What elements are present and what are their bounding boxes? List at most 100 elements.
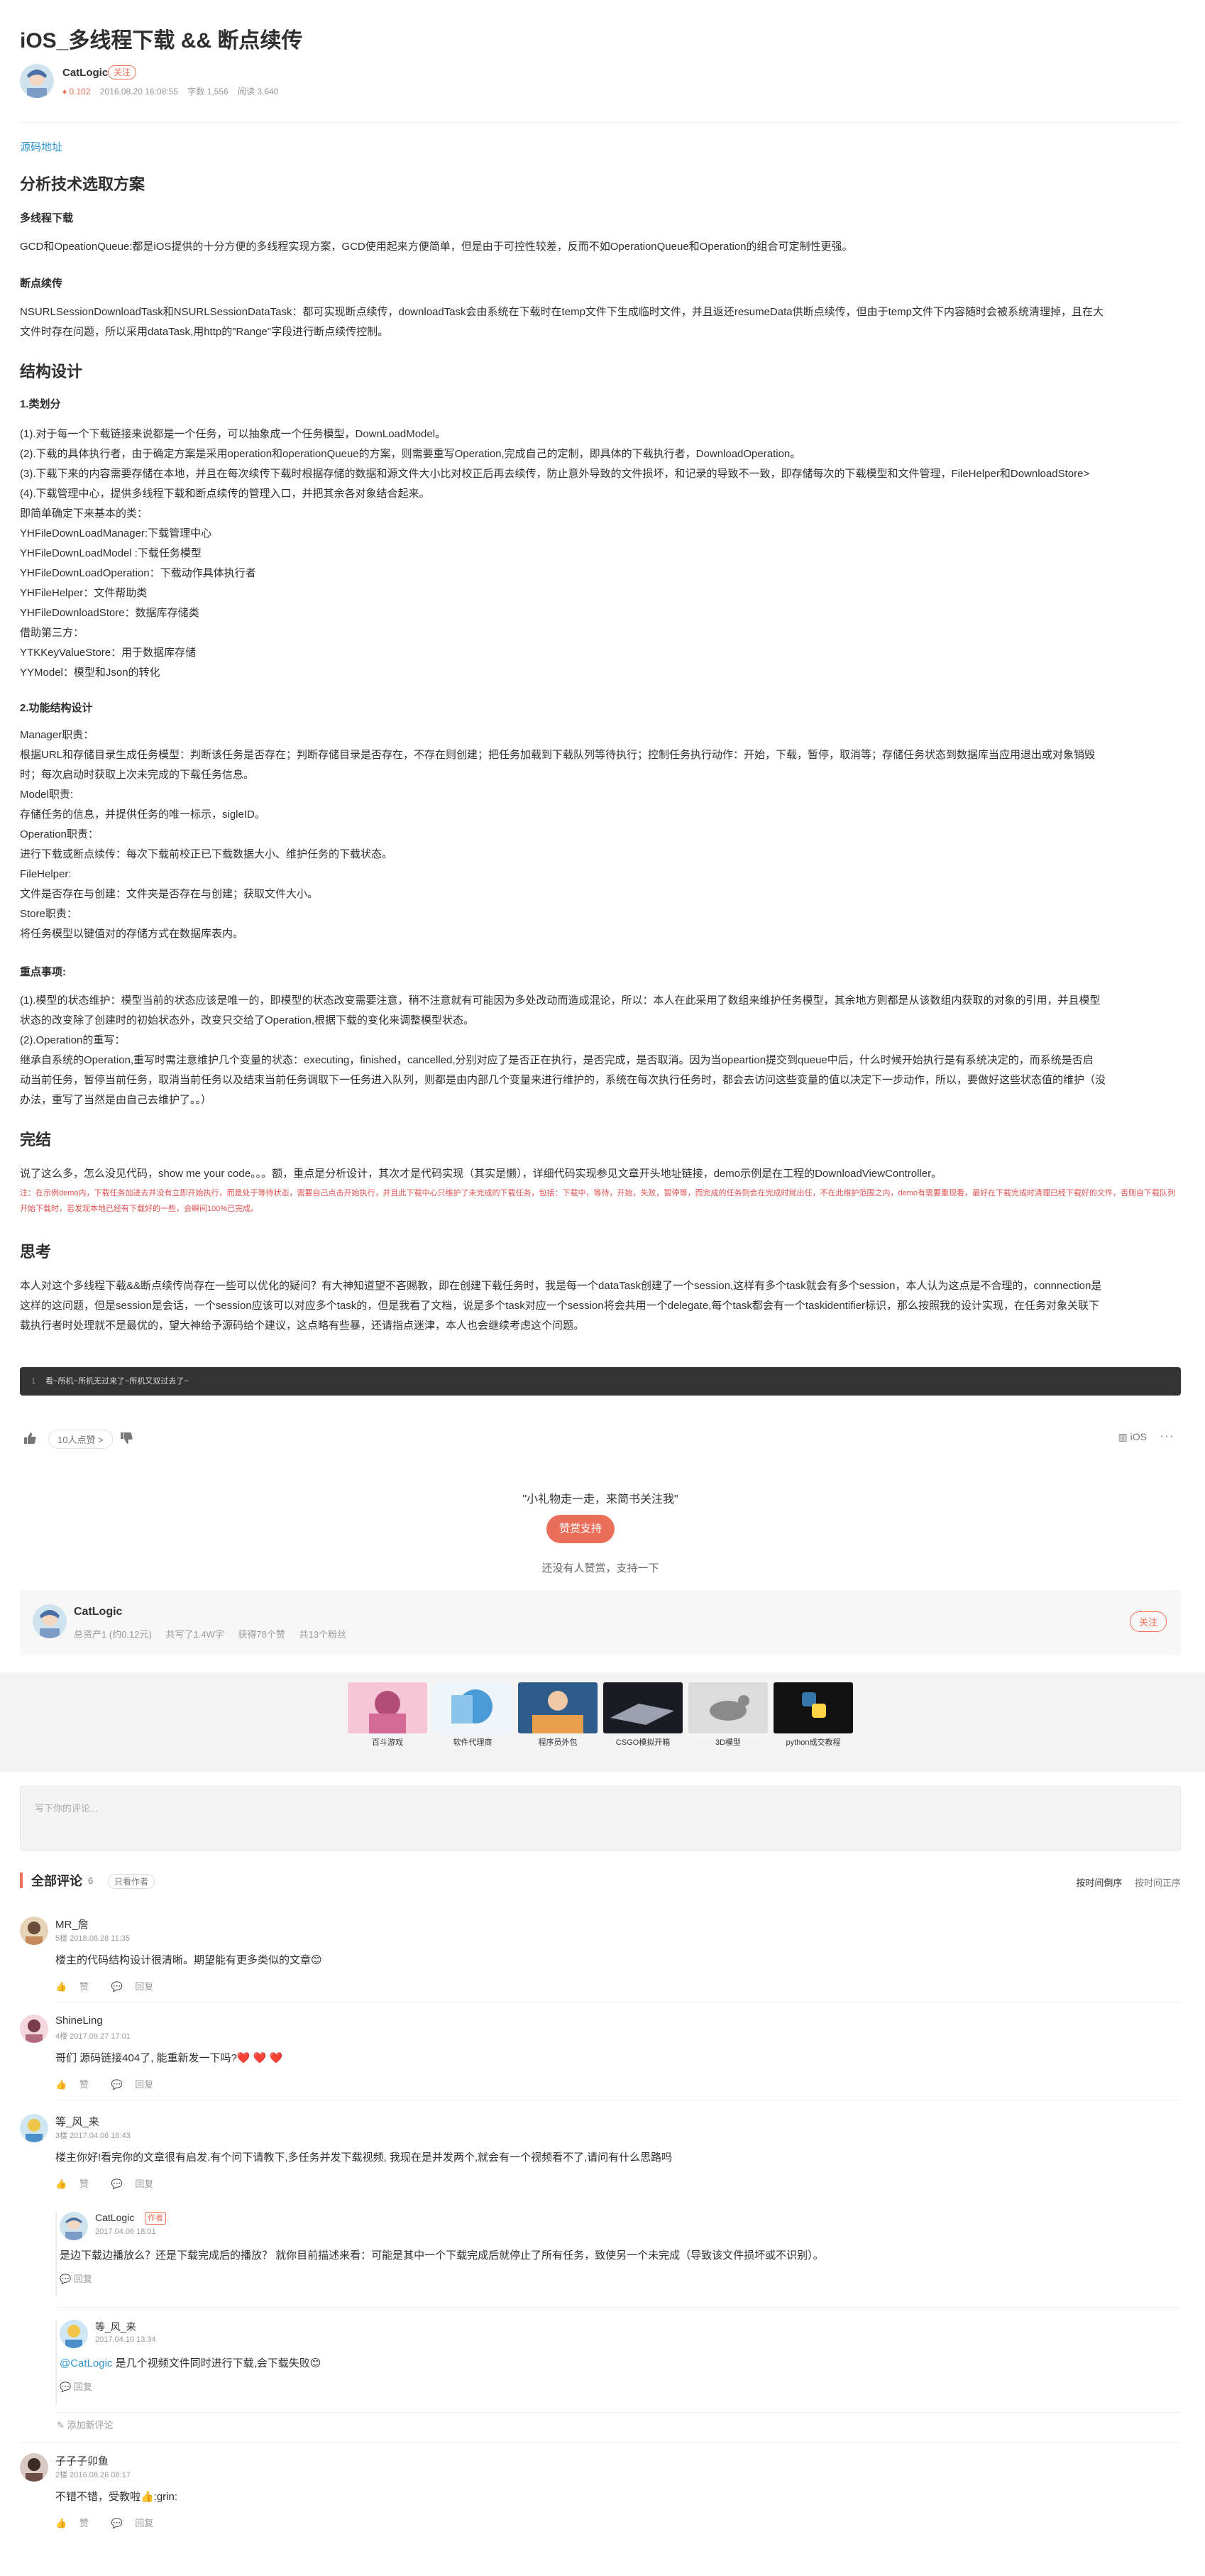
reply-label: 回复 xyxy=(73,2382,92,2392)
reply-label: 回复 xyxy=(135,2518,154,2528)
thumbs-up-icon: 👍 xyxy=(55,2178,70,2189)
thumbs-up-icon: 👍 xyxy=(55,1981,70,1992)
ad-image xyxy=(603,1682,683,1733)
note-text: 注：在示例demo内，下载任务加进去并没有立即开始执行，而是处于等待状态，需要自… xyxy=(20,1189,1176,1213)
avatar[interactable] xyxy=(33,1604,67,1638)
text-line: YHFileDownloadStore：数据库存储类 xyxy=(20,607,199,619)
text-line: (1).模型的状态维护：模型当前的状态应该是唯一的，即模型的状态改变需要注意，稍… xyxy=(20,994,1101,1007)
avatar[interactable] xyxy=(20,2114,48,2142)
like-label: 赞 xyxy=(79,1981,89,1992)
follow-button[interactable]: 关注 xyxy=(1129,1611,1167,1632)
text-line: YHFileDownLoadModel :下载任务模型 xyxy=(20,547,202,559)
reply-button[interactable]: 💬 回复 xyxy=(111,2518,163,2528)
comment-author[interactable]: 等_风_来 xyxy=(55,2114,99,2129)
author-row: CatLogic 关注 ♦ 0.102 2016.08.20 16:08:55 … xyxy=(20,64,1181,106)
pencil-icon: ✎ xyxy=(57,2420,67,2430)
comment-placeholder: 写下你的评论... xyxy=(35,1803,98,1814)
comment-item: MR_詹 5楼 2018.08.28 11:35 楼主的代码结构设计很清晰。期望… xyxy=(20,1917,1181,2002)
reward-button[interactable]: 赞赏支持 xyxy=(546,1515,615,1543)
mention-link[interactable]: @CatLogic xyxy=(60,2357,112,2369)
avatar[interactable] xyxy=(20,2453,48,2482)
like-count[interactable]: 10人点赞 > xyxy=(48,1430,113,1449)
like-button[interactable]: 👍 赞 xyxy=(55,1981,99,1992)
ad-item[interactable]: 程序员外包 xyxy=(518,1682,598,1750)
comment-actions: 👍 赞 💬 回复 xyxy=(55,2077,173,2090)
word-count: 字数 1,556 xyxy=(187,87,229,97)
ad-item[interactable]: CSGO模拟开箱 xyxy=(603,1682,683,1750)
thumbs-down-icon[interactable] xyxy=(119,1431,133,1449)
reply-button[interactable]: 💬 回复 xyxy=(111,2178,163,2189)
avatar[interactable] xyxy=(20,2015,48,2043)
comment-author[interactable]: ShineLing xyxy=(55,2015,103,2027)
author-likes: 获得78个赞 xyxy=(238,1629,285,1640)
comments-title: 全部评论 xyxy=(31,1874,82,1888)
more-icon[interactable]: ··· xyxy=(1160,1428,1174,1445)
article-page: iOS_多线程下载 && 断点续传 CatLogic 关注 ♦ 0.102 20… xyxy=(0,0,1205,2576)
article-meta: ♦ 0.102 2016.08.20 16:08:55 字数 1,556 阅读 … xyxy=(62,85,285,97)
comment-item: 子子子卯鱼 2楼 2016.08.26 08:17 不错不错，受教啦👍:grin… xyxy=(20,2453,1181,2538)
heading-think: 思考 xyxy=(20,1243,52,1261)
reply-button[interactable]: 💬 回复 xyxy=(60,2379,92,2393)
divider xyxy=(57,2307,1181,2308)
tag-ios[interactable]: ▥ iOS xyxy=(1118,1431,1147,1443)
reply-button[interactable]: 💬 回复 xyxy=(111,1981,163,1992)
sort-asc-button[interactable]: 按时间正序 xyxy=(1135,1878,1181,1888)
text-line: 进行下载或断点续传：每次下载前校正已下载数据大小、维护任务的下载状态。 xyxy=(20,848,393,860)
text-line: Manager职责： xyxy=(20,729,94,741)
like-button[interactable]: 👍 赞 xyxy=(55,2079,99,2090)
like-button[interactable]: 👍 赞 xyxy=(55,2518,99,2528)
ad-image xyxy=(348,1682,427,1733)
chat-icon: 💬 xyxy=(111,2079,126,2090)
ad-label: 百斗游戏 xyxy=(372,1738,403,1747)
diamond-icon: ♦ 0.102 xyxy=(62,87,91,97)
author-assets: 总资产1 (约0.12元) xyxy=(74,1629,152,1640)
reply-button[interactable]: 💬 回复 xyxy=(111,2079,163,2090)
ad-item[interactable]: 软件代理商 xyxy=(433,1682,512,1750)
reward-quote: "小礼物走一走，来简书关注我" xyxy=(522,1493,678,1506)
ad-item[interactable]: python成交教程 xyxy=(774,1682,853,1750)
reply-author[interactable]: CatLogic xyxy=(95,2212,134,2223)
ad-item[interactable]: 3D模型 xyxy=(688,1682,768,1750)
comment-author[interactable]: MR_詹 xyxy=(55,1917,89,1931)
chat-icon: 💬 xyxy=(111,2178,126,2189)
follow-button[interactable]: 关注 xyxy=(108,65,137,80)
text-line: 存储任务的信息，并提供任务的唯一标示，sigleID。 xyxy=(20,809,265,821)
reply-author[interactable]: 等_风_来 xyxy=(95,2320,136,2334)
heading-done: 完结 xyxy=(20,1131,52,1149)
ad-item[interactable]: 百斗游戏 xyxy=(348,1682,427,1750)
sort-options: 按时间倒序 按时间正序 xyxy=(1066,1875,1181,1889)
like-label: 赞 xyxy=(79,2079,89,2090)
comment-actions: 👍 赞 💬 回复 xyxy=(55,2516,173,2529)
paragraph-done: 说了这么多，怎么没见代码，show me your code。。。额，重点是分析… xyxy=(20,1168,942,1180)
heading-analysis: 分析技术选取方案 xyxy=(20,175,145,193)
author-card-name[interactable]: CatLogic xyxy=(74,1606,122,1618)
reply-item: 等_风_来 2017.04.10 13:34 @CatLogic 是几个视频文件… xyxy=(55,2320,1181,2405)
page-title: iOS_多线程下载 && 断点续传 xyxy=(20,29,303,53)
reply-label: 回复 xyxy=(73,2274,92,2284)
comment-actions: 👍 赞 💬 回复 xyxy=(55,1979,173,1993)
reply-button[interactable]: 💬 回复 xyxy=(60,2271,92,2285)
func-block: Manager职责： 根据URL和存储目录生成任务模型：判断该任务是否存在；判断… xyxy=(20,725,1181,944)
text-line: 继承自系统的Operation,重写时需注意维护几个变量的状态：executin… xyxy=(20,1054,1094,1066)
text-line: 时；每次启动时获取上次未完成的下载任务信息。 xyxy=(20,769,255,781)
comment-text: 哥们 源码链接404了, 能重新发一下吗?❤️ ❤️ ❤️ xyxy=(55,2052,283,2064)
like-label: 赞 xyxy=(79,2178,89,2189)
source-link[interactable]: 源码地址 xyxy=(20,139,1181,154)
avatar[interactable] xyxy=(60,2212,88,2240)
avatar[interactable] xyxy=(20,1917,48,1945)
like-button[interactable]: 👍 赞 xyxy=(55,2178,99,2189)
comment-author[interactable]: 子子子卯鱼 xyxy=(55,2453,109,2468)
text-line: (3).下载下来的内容需要存储在本地，并且在每次续传下载时根据存储的数据和源文件… xyxy=(20,468,1090,480)
avatar[interactable] xyxy=(60,2320,88,2348)
text-line: 借助第三方： xyxy=(20,627,84,639)
add-comment-button[interactable]: ✎ 添加新评论 xyxy=(57,2418,114,2431)
author-name[interactable]: CatLogic xyxy=(62,67,108,79)
comments-count: 6 xyxy=(88,1875,94,1886)
sort-desc-button[interactable]: 按时间倒序 xyxy=(1076,1878,1122,1888)
only-author-button[interactable]: 只看作者 xyxy=(108,1874,155,1889)
avatar[interactable] xyxy=(20,64,54,98)
author-fans: 共13个粉丝 xyxy=(299,1629,346,1640)
thumbs-up-icon[interactable] xyxy=(23,1431,37,1449)
divider xyxy=(20,122,1181,123)
comment-input[interactable]: 写下你的评论... xyxy=(20,1786,1181,1851)
